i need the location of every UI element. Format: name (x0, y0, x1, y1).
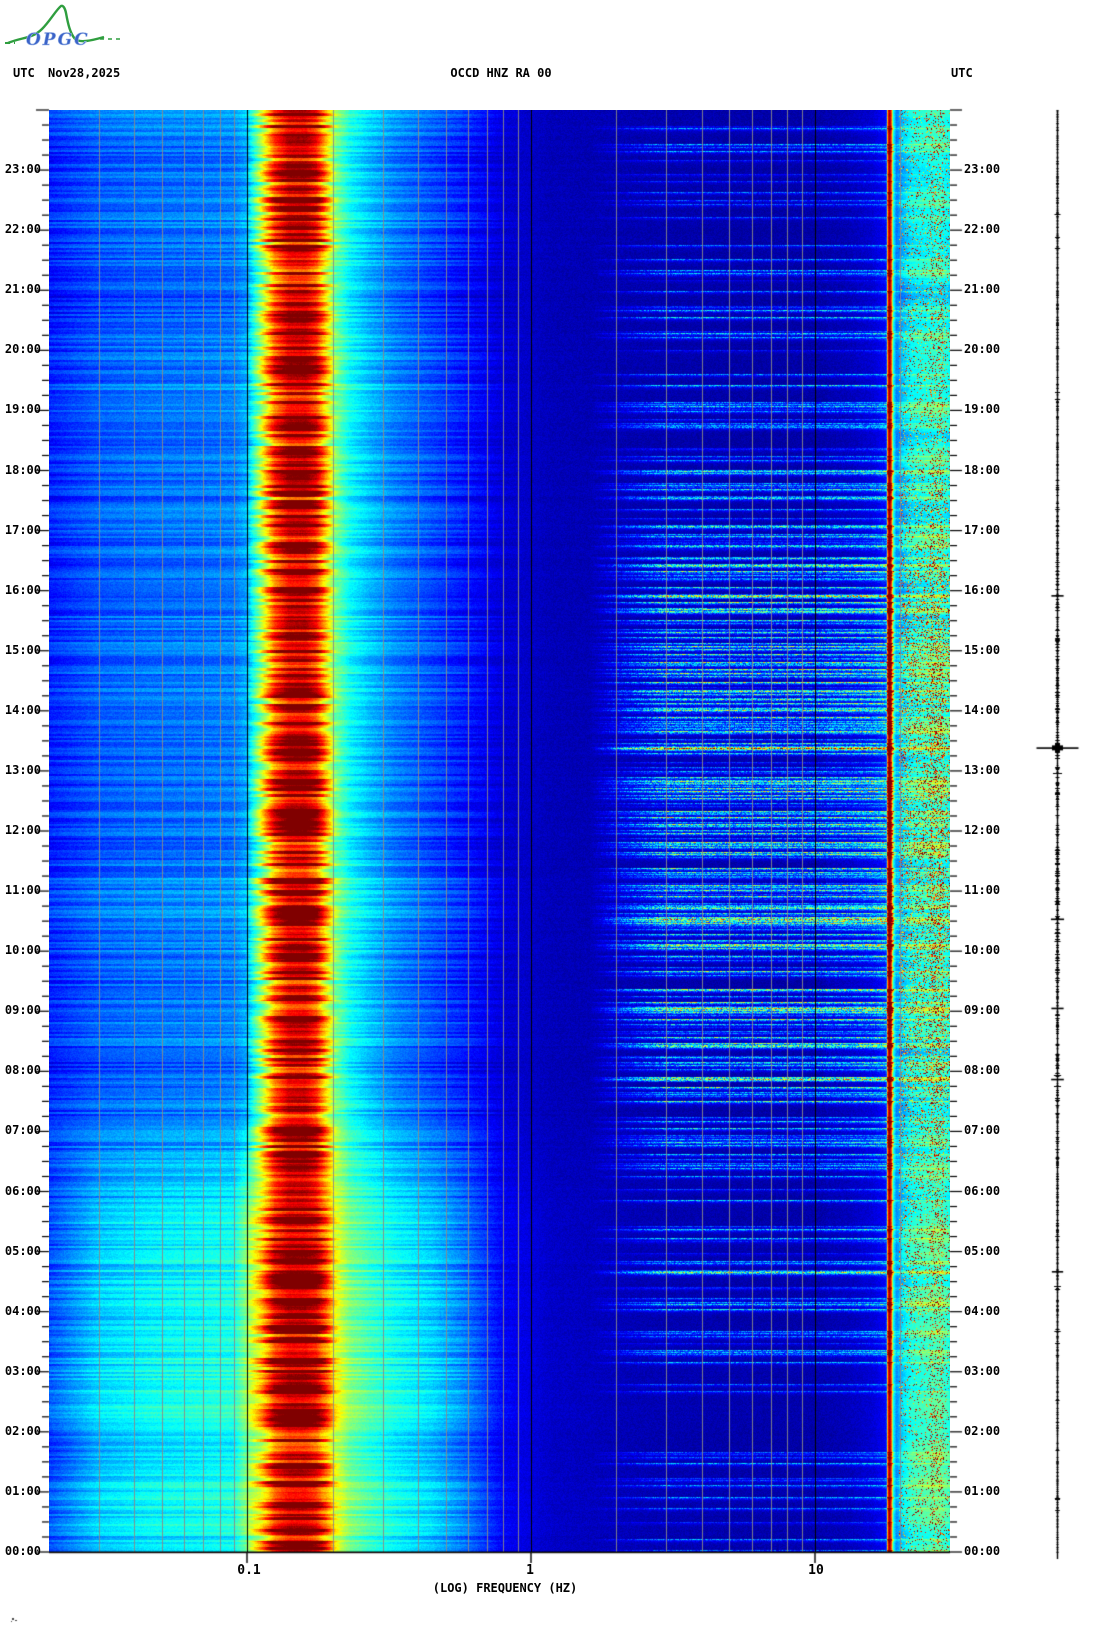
xtick-0-1: 0.1 (237, 1563, 261, 1578)
hour-label-right: 23:00 (964, 162, 1001, 177)
date-label: Nov28,2025 (48, 66, 121, 80)
hour-label-left: 15:00 (4, 642, 41, 657)
xtick-1: 1 (526, 1563, 534, 1578)
hour-label-left: 20:00 (4, 342, 41, 357)
hour-label-right: 21:00 (964, 282, 1001, 297)
hour-label-right: 19:00 (964, 402, 1001, 417)
seismogram-trace (1018, 103, 1102, 1567)
hour-label-left: 07:00 (4, 1123, 41, 1138)
hour-label-right: 10:00 (964, 943, 1001, 958)
hour-label-right: 00:00 (964, 1544, 1001, 1558)
xtick-10: 10 (808, 1563, 824, 1578)
hour-label-right: 16:00 (964, 582, 1001, 597)
utc-label-right: UTC (951, 66, 973, 80)
hour-label-left: 19:00 (4, 402, 41, 417)
hour-label-left: 17:00 (4, 522, 41, 537)
hour-label-right: 15:00 (964, 642, 1001, 657)
hour-label-left: 00:00 (4, 1544, 41, 1558)
hour-label-right: 14:00 (964, 702, 1001, 717)
hour-label-right: 06:00 (964, 1183, 1001, 1198)
hour-label-left: 02:00 (4, 1423, 41, 1438)
hour-label-left: 13:00 (4, 762, 41, 777)
hour-label-left: 11:00 (4, 883, 41, 898)
hour-label-left: 01:00 (4, 1483, 41, 1498)
logo-text: OPGC (26, 30, 90, 50)
opgc-logo: OPGC (5, 4, 120, 50)
hour-label-right: 18:00 (964, 462, 1001, 477)
hour-label-left: 18:00 (4, 462, 41, 477)
hour-label-right: 03:00 (964, 1363, 1001, 1378)
hour-label-left: 06:00 (4, 1183, 41, 1198)
hour-label-left: 12:00 (4, 823, 41, 837)
hour-label-right: 05:00 (964, 1243, 1001, 1258)
hour-label-left: 05:00 (4, 1243, 41, 1258)
hour-label-right: 17:00 (964, 522, 1001, 537)
utc-label-left: UTC (13, 66, 35, 80)
spectrogram-heatmap (49, 110, 950, 1552)
hour-label-left: 04:00 (4, 1303, 41, 1318)
hour-label-right: 22:00 (964, 222, 1001, 237)
hour-label-right: 02:00 (964, 1423, 1001, 1438)
hour-label-right: 13:00 (964, 762, 1001, 777)
hour-label-right: 11:00 (964, 883, 1001, 898)
hour-label-left: 16:00 (4, 582, 41, 597)
hour-label-left: 03:00 (4, 1363, 41, 1378)
hour-label-left: 08:00 (4, 1063, 41, 1078)
hour-label-right: 09:00 (964, 1003, 1001, 1018)
hour-label-right: 04:00 (964, 1303, 1001, 1318)
hour-label-right: 20:00 (964, 342, 1001, 357)
hour-label-right: 12:00 (964, 823, 1001, 837)
hour-label-right: 07:00 (964, 1123, 1001, 1138)
hour-label-right: 08:00 (964, 1063, 1001, 1078)
x-axis-title: (LOG) FREQUENCY (HZ) (432, 1581, 578, 1595)
hour-label-left: 14:00 (4, 702, 41, 717)
hour-label-right: 01:00 (964, 1483, 1001, 1498)
hour-label-left: 21:00 (4, 282, 41, 297)
hour-label-left: 10:00 (4, 943, 41, 958)
station-code: OCCD HNZ RA 00 (450, 66, 552, 80)
hour-label-left: 09:00 (4, 1003, 41, 1018)
hour-label-left: 23:00 (4, 162, 41, 177)
spectrogram-page: OPGC UTC Nov28,2025 OCCD HNZ RA 00 UTC 0… (0, 0, 1102, 1634)
hour-label-left: 22:00 (4, 222, 41, 237)
